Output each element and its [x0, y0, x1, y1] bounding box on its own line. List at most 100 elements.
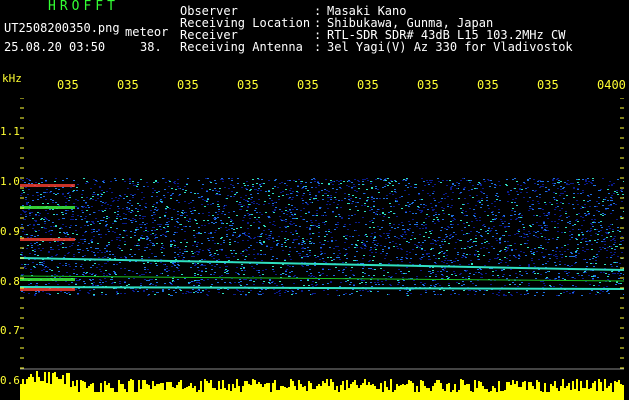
- field-label-antenna: Receiving Antenna: [180, 40, 303, 54]
- level-bar: [240, 392, 242, 400]
- y-tick-label: 0.9: [0, 225, 20, 238]
- level-bar: [252, 379, 254, 400]
- level-bar: [360, 385, 362, 400]
- level-bar: [534, 389, 536, 400]
- level-bar: [206, 381, 208, 400]
- level-bar: [444, 391, 446, 400]
- level-bar: [170, 382, 172, 400]
- level-bar: [528, 382, 530, 400]
- level-bar: [282, 386, 284, 400]
- level-bar: [260, 384, 262, 400]
- level-bar: [436, 380, 438, 400]
- level-bar: [588, 389, 590, 400]
- level-bar: [566, 386, 568, 400]
- level-bar: [186, 387, 188, 400]
- level-bar: [192, 388, 194, 400]
- level-bar: [244, 381, 246, 400]
- level-bar: [618, 380, 620, 400]
- level-bar: [116, 392, 118, 400]
- level-bar: [424, 386, 426, 400]
- level-bar: [226, 390, 228, 400]
- level-bar: [178, 382, 180, 400]
- x-tick-label: 035: [477, 78, 499, 92]
- level-bar: [336, 386, 338, 400]
- level-bar: [384, 381, 386, 400]
- level-bar: [212, 388, 214, 400]
- level-bar: [354, 380, 356, 400]
- level-bar: [572, 381, 574, 400]
- level-bar: [300, 384, 302, 400]
- level-bar: [358, 388, 360, 400]
- level-bar: [514, 384, 516, 400]
- level-bar: [570, 390, 572, 400]
- level-bar: [372, 384, 374, 400]
- level-bar: [70, 387, 72, 400]
- level-bar: [346, 380, 348, 400]
- level-bar: [390, 379, 392, 400]
- level-bar: [106, 385, 108, 400]
- level-bar: [350, 384, 352, 400]
- level-bar: [114, 392, 116, 400]
- level-bar: [426, 388, 428, 400]
- level-bar: [428, 388, 430, 400]
- level-bar: [298, 380, 300, 400]
- level-bar: [314, 389, 316, 400]
- level-bar: [332, 382, 334, 400]
- level-bar: [508, 382, 510, 400]
- level-bar: [328, 386, 330, 400]
- level-bar: [110, 388, 112, 400]
- level-bar: [272, 383, 274, 400]
- level-bar: [26, 379, 28, 400]
- level-bar: [24, 384, 26, 400]
- level-bar: [292, 381, 294, 400]
- level-bar: [174, 388, 176, 400]
- y-tick-label: 1.1: [0, 125, 20, 138]
- level-bar: [442, 389, 444, 400]
- level-bar: [422, 381, 424, 400]
- level-bar: [548, 392, 550, 400]
- level-bar: [452, 390, 454, 400]
- level-bar: [214, 388, 216, 400]
- level-bar: [550, 384, 552, 400]
- x-tick-label: 035: [237, 78, 259, 92]
- level-bar: [202, 392, 204, 400]
- level-bar: [54, 372, 56, 400]
- x-tick-label: 035: [57, 78, 79, 92]
- level-bar: [342, 381, 344, 400]
- level-bar: [94, 392, 96, 400]
- level-bar: [270, 392, 272, 400]
- level-bar: [20, 384, 22, 400]
- level-bar: [458, 390, 460, 400]
- y-tick-label: 1.0: [0, 175, 20, 188]
- level-bar: [368, 382, 370, 400]
- level-bar: [228, 384, 230, 400]
- level-bar: [418, 392, 420, 400]
- level-bar: [616, 382, 618, 400]
- level-bar: [250, 385, 252, 400]
- level-bar: [526, 390, 528, 400]
- level-bar: [522, 382, 524, 400]
- level-bar: [90, 384, 92, 400]
- level-bar: [246, 381, 248, 400]
- header-field-labels: Observer Receiving Location Receiver Rec…: [180, 5, 310, 53]
- level-bar: [380, 383, 382, 400]
- level-bar: [364, 379, 366, 400]
- level-bar: [104, 381, 106, 400]
- level-bar: [352, 382, 354, 400]
- meteor-count: 38.: [140, 40, 162, 54]
- level-bar: [200, 381, 202, 400]
- level-bar: [430, 391, 432, 400]
- level-bar: [476, 388, 478, 400]
- level-bar: [176, 385, 178, 400]
- level-bar: [84, 382, 86, 400]
- level-bar: [394, 390, 396, 400]
- level-bar: [322, 381, 324, 400]
- level-bar: [118, 380, 120, 400]
- level-bar: [158, 384, 160, 400]
- x-tick-label: 035: [357, 78, 379, 92]
- header-field-values: Masaki Kano Shibukawa, Gunma, Japan RTL-…: [327, 5, 573, 53]
- level-bar: [216, 390, 218, 400]
- level-bar: [82, 381, 84, 400]
- file-type: meteor: [125, 25, 169, 39]
- level-bar: [36, 371, 38, 400]
